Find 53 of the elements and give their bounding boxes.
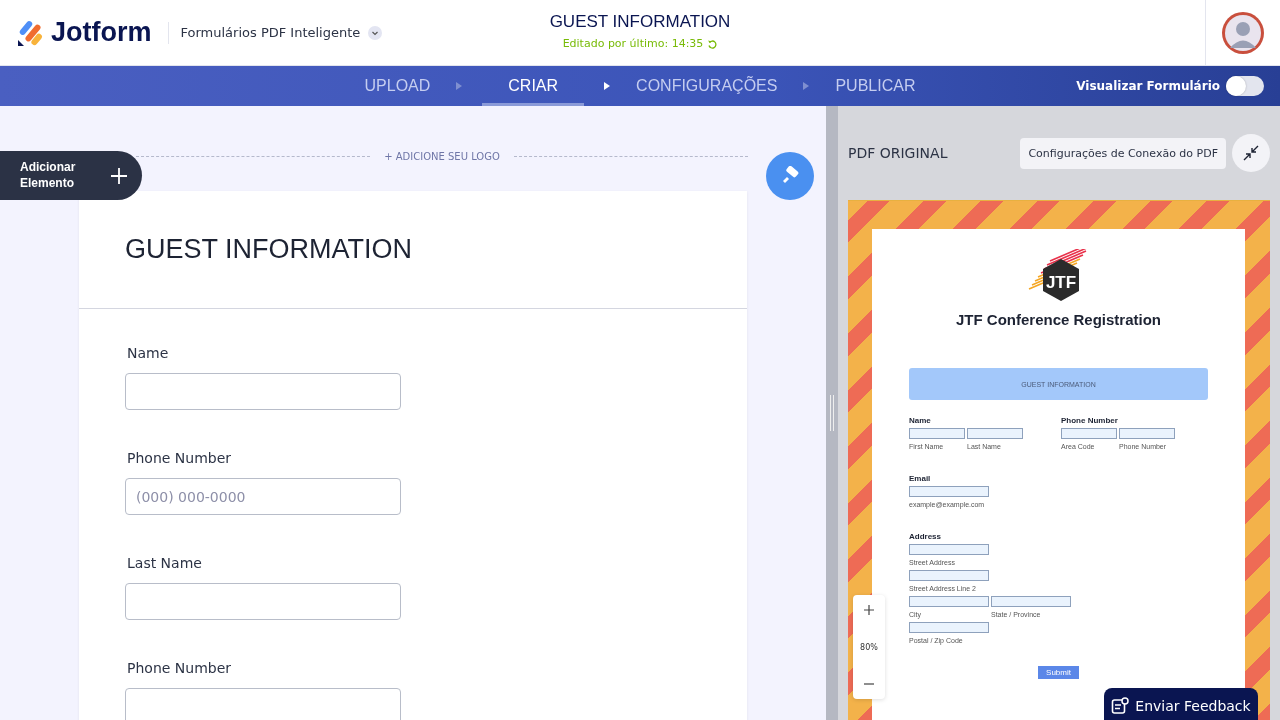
chevron-right-icon [456,82,463,90]
resize-handle[interactable] [830,395,834,431]
step-tab[interactable]: UPLOAD [358,66,437,106]
field-label: Phone Number [126,450,233,466]
pdf-input-box[interactable] [909,596,989,607]
input-field[interactable] [125,583,401,620]
add-element-button[interactable]: Adicionar Elemento [0,151,142,200]
document-title: JTF Conference Registration [954,311,1162,328]
pdf-field-label: Email [909,474,932,483]
preview-toggle-label: Visualizar Formulário [1076,79,1220,93]
chevron-down-icon[interactable] [368,25,383,40]
pdf-field-label: Name [909,416,932,425]
pdf-field-label: Phone Number [1061,416,1119,425]
input-field[interactable] [125,688,401,720]
product-selector[interactable]: Formulários PDF Inteligente [180,25,361,40]
pdf-field-label: Address [909,532,942,541]
form-heading: GUEST INFORMATION [125,234,412,265]
feedback-button[interactable]: Enviar Feedback [1104,688,1258,720]
plus-icon [110,166,128,185]
field-label: Phone Number [126,660,233,676]
pdf-input-box[interactable] [967,428,1023,439]
theme-button[interactable] [766,152,814,200]
feedback-icon [1111,697,1130,715]
panel-heading: PDF ORIGINAL [848,145,949,161]
pdf-input-box[interactable] [909,622,989,633]
brand-name[interactable]: Jotform [51,17,152,48]
pdf-input-box[interactable] [909,486,989,497]
pdf-input-box[interactable] [909,544,989,555]
pdf-input-box[interactable] [991,596,1071,607]
connection-settings-button[interactable]: Configurações de Conexão do PDF [1020,137,1226,169]
conference-logo: JTF [1024,249,1097,311]
field-label: Last Name [126,555,203,571]
collapse-icon[interactable] [1232,134,1270,172]
preview-toggle[interactable] [1226,76,1264,96]
avatar-icon[interactable] [1221,10,1265,55]
last-edited-text: Editado por último: 14:35 [562,37,704,50]
input-field[interactable]: (000) 000-0000 [125,478,401,515]
pdf-input-box[interactable] [909,570,989,581]
jotform-logo-icon [17,18,43,47]
zoom-level: 80% [860,642,878,652]
field-label: Name [126,345,170,361]
pdf-input-box[interactable] [1119,428,1175,439]
pdf-submit-button[interactable]: Submit [1038,666,1079,679]
input-field[interactable] [125,373,401,410]
chevron-right-icon [803,82,810,90]
pdf-input-box[interactable] [909,428,965,439]
pdf-input-box[interactable] [1061,428,1117,439]
step-tab[interactable]: CONFIGURAÇÕES [630,66,784,106]
form-title: GUEST INFORMATION [549,12,731,32]
step-tab[interactable]: PUBLICAR [829,66,922,106]
add-logo-link[interactable]: + ADICIONE SEU LOGO [384,150,500,162]
chevron-right-icon [604,82,611,90]
undo-icon[interactable] [707,38,718,49]
